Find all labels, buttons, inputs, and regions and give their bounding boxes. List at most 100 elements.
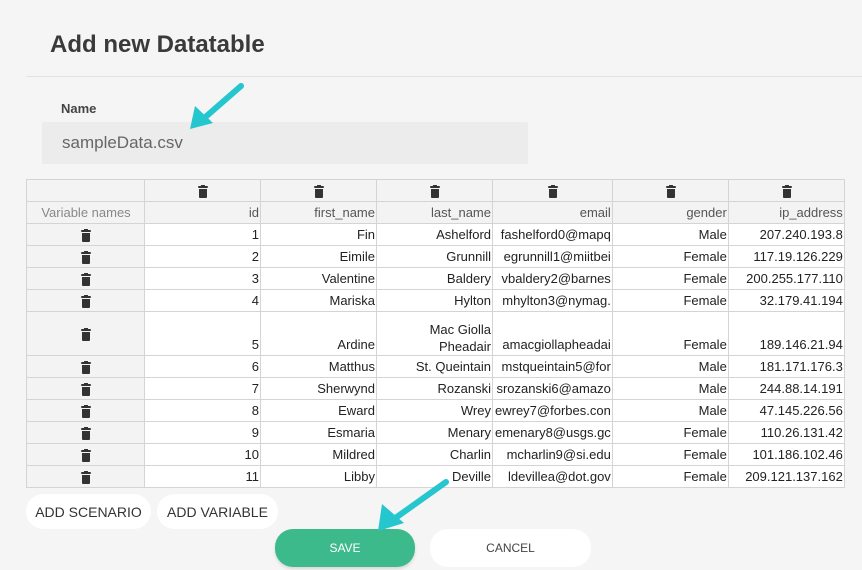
table-cell-email[interactable]: mhylton3@nymag. xyxy=(492,289,613,312)
delete-row-cell[interactable] xyxy=(26,399,145,422)
table-cell-ip-address[interactable]: 181.171.176.3 xyxy=(727,355,845,378)
table-cell-ip-address[interactable]: 110.26.131.42 xyxy=(727,421,845,444)
trash-icon[interactable] xyxy=(547,184,558,198)
table-cell-ip-address[interactable]: 47.145.226.56 xyxy=(727,399,845,422)
table-cell-email[interactable]: mcharlin9@si.edu xyxy=(492,443,613,466)
table-cell-email[interactable]: fashelford0@mapq xyxy=(492,223,613,246)
trash-icon[interactable] xyxy=(81,360,91,374)
table-cell-gender[interactable]: Female xyxy=(611,465,729,488)
table-cell-gender[interactable]: Female xyxy=(611,443,729,466)
table-cell-email[interactable]: egrunnill1@miitbei xyxy=(492,245,613,268)
table-cell-id[interactable]: 11 xyxy=(144,465,261,488)
save-button[interactable]: SAVE xyxy=(275,529,415,567)
column-header[interactable]: ip_address xyxy=(727,201,845,224)
delete-column-cell[interactable] xyxy=(492,179,613,202)
table-cell-id[interactable]: 5 xyxy=(144,311,261,356)
table-cell-id[interactable]: 6 xyxy=(144,355,261,378)
trash-icon[interactable] xyxy=(81,228,91,242)
table-cell-email[interactable]: amacgiollapheadai xyxy=(492,311,613,356)
table-cell-gender[interactable]: Female xyxy=(611,267,729,290)
table-cell-gender[interactable]: Male xyxy=(611,399,729,422)
table-cell-first-name[interactable]: Fin xyxy=(260,223,377,246)
table-cell-id[interactable]: 9 xyxy=(144,421,261,444)
trash-icon[interactable] xyxy=(781,184,792,198)
table-cell-last-name[interactable]: Rozanski xyxy=(376,377,493,400)
table-cell-gender[interactable]: Female xyxy=(611,289,729,312)
table-cell-id[interactable]: 2 xyxy=(144,245,261,268)
table-cell-last-name[interactable]: Hylton xyxy=(376,289,493,312)
table-cell-last-name[interactable]: Mac Giolla Pheadair xyxy=(376,311,493,356)
delete-row-cell[interactable] xyxy=(26,223,145,246)
table-cell-ip-address[interactable]: 207.240.193.8 xyxy=(727,223,845,246)
table-cell-gender[interactable]: Female xyxy=(611,311,729,356)
delete-column-cell[interactable] xyxy=(144,179,261,202)
table-cell-ip-address[interactable]: 209.121.137.162 xyxy=(727,465,845,488)
table-cell-first-name[interactable]: Valentine xyxy=(260,267,377,290)
table-cell-gender[interactable]: Male xyxy=(611,377,729,400)
trash-icon[interactable] xyxy=(314,184,324,198)
table-cell-first-name[interactable]: Libby xyxy=(260,465,377,488)
table-cell-email[interactable]: ldevillea@dot.gov xyxy=(492,465,613,488)
trash-icon[interactable] xyxy=(81,272,91,286)
delete-row-cell[interactable] xyxy=(26,465,145,488)
table-cell-ip-address[interactable]: 189.146.21.94 xyxy=(727,311,845,356)
table-cell-gender[interactable]: Female xyxy=(611,245,729,268)
table-cell-first-name[interactable]: Esmaria xyxy=(260,421,377,444)
delete-row-cell[interactable] xyxy=(26,311,145,356)
table-cell-first-name[interactable]: Mariska xyxy=(260,289,377,312)
delete-row-cell[interactable] xyxy=(26,443,145,466)
table-cell-email[interactable]: vbaldery2@barnes xyxy=(492,267,613,290)
delete-row-cell[interactable] xyxy=(26,267,145,290)
table-cell-last-name[interactable]: Deville xyxy=(376,465,493,488)
table-cell-last-name[interactable]: Menary xyxy=(376,421,493,444)
table-cell-first-name[interactable]: Sherwynd xyxy=(260,377,377,400)
table-cell-last-name[interactable]: Ashelford xyxy=(376,223,493,246)
trash-icon[interactable] xyxy=(81,250,91,264)
delete-column-cell[interactable] xyxy=(260,179,377,202)
table-cell-email[interactable]: emenary8@usgs.gc xyxy=(492,421,613,444)
trash-icon[interactable] xyxy=(665,184,676,198)
add-scenario-button[interactable]: ADD SCENARIO xyxy=(26,494,151,529)
table-cell-gender[interactable]: Female xyxy=(611,421,729,444)
trash-icon[interactable] xyxy=(81,448,91,462)
table-cell-ip-address[interactable]: 244.88.14.191 xyxy=(727,377,845,400)
table-cell-ip-address[interactable]: 101.186.102.46 xyxy=(727,443,845,466)
table-cell-ip-address[interactable]: 117.19.126.229 xyxy=(727,245,845,268)
table-cell-first-name[interactable]: Mildred xyxy=(260,443,377,466)
table-cell-first-name[interactable]: Eimile xyxy=(260,245,377,268)
cancel-button[interactable]: CANCEL xyxy=(430,529,591,567)
delete-row-cell[interactable] xyxy=(26,245,145,268)
table-cell-last-name[interactable]: St. Queintain xyxy=(376,355,493,378)
table-cell-id[interactable]: 8 xyxy=(144,399,261,422)
table-cell-id[interactable]: 1 xyxy=(144,223,261,246)
table-cell-last-name[interactable]: Grunnill xyxy=(376,245,493,268)
delete-column-cell[interactable] xyxy=(376,179,493,202)
table-cell-first-name[interactable]: Eward xyxy=(260,399,377,422)
column-header[interactable]: email xyxy=(492,201,613,224)
table-cell-gender[interactable]: Male xyxy=(611,223,729,246)
trash-icon[interactable] xyxy=(81,426,91,440)
trash-icon[interactable] xyxy=(81,327,91,341)
table-cell-first-name[interactable]: Matthus xyxy=(260,355,377,378)
table-cell-ip-address[interactable]: 32.179.41.194 xyxy=(727,289,845,312)
trash-icon[interactable] xyxy=(430,184,440,198)
table-cell-ip-address[interactable]: 200.255.177.110 xyxy=(727,267,845,290)
trash-icon[interactable] xyxy=(81,470,91,484)
trash-icon[interactable] xyxy=(81,294,91,308)
column-header[interactable]: id xyxy=(144,201,261,224)
delete-row-cell[interactable] xyxy=(26,421,145,444)
delete-row-cell[interactable] xyxy=(26,289,145,312)
table-cell-id[interactable]: 4 xyxy=(144,289,261,312)
delete-row-cell[interactable] xyxy=(26,355,145,378)
table-cell-id[interactable]: 3 xyxy=(144,267,261,290)
table-cell-email[interactable]: mstqueintain5@for xyxy=(492,355,613,378)
table-cell-email[interactable]: srozanski6@amazo xyxy=(492,377,613,400)
add-variable-button[interactable]: ADD VARIABLE xyxy=(157,494,278,529)
table-cell-id[interactable]: 7 xyxy=(144,377,261,400)
column-header[interactable]: last_name xyxy=(376,201,493,224)
table-cell-last-name[interactable]: Wrey xyxy=(376,399,493,422)
name-input[interactable] xyxy=(42,122,528,164)
table-cell-gender[interactable]: Male xyxy=(611,355,729,378)
delete-row-cell[interactable] xyxy=(26,377,145,400)
column-header[interactable]: gender xyxy=(611,201,729,224)
